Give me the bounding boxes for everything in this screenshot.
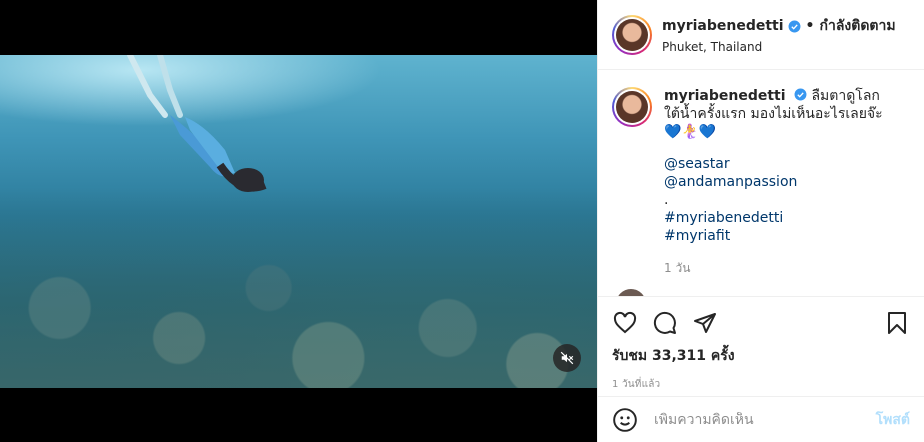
post-header: myriabenedetti • กำลังติดตาม Phuket, Tha… [598, 0, 924, 70]
post-sidebar: myriabenedetti • กำลังติดตาม Phuket, Tha… [597, 0, 924, 442]
like-button[interactable] [612, 310, 638, 336]
hashtag-myriabenedetti[interactable]: #myriabenedetti [664, 209, 894, 227]
mute-icon [560, 351, 574, 365]
post-video[interactable] [0, 55, 597, 388]
post-comment-button[interactable]: โพสต์ [876, 409, 910, 431]
share-button[interactable] [692, 310, 718, 336]
post-username[interactable]: myriabenedetti [662, 18, 784, 34]
mention-andamanpassion[interactable]: @andamanpassion [664, 173, 894, 191]
emoji-icon[interactable] [612, 407, 638, 433]
separator-dot: • [805, 18, 815, 34]
bookmark-icon [888, 312, 906, 334]
add-comment-bar: โพสต์ [598, 396, 924, 442]
follow-status-button[interactable]: กำลังติดตาม [820, 15, 896, 37]
post-caption: myriabenedetti ลืมตาดูโลกใต้น้ำครั้งแรก … [612, 87, 910, 277]
comment-button[interactable] [652, 310, 678, 336]
heart-icon [613, 311, 637, 334]
diver-figure [127, 55, 267, 192]
share-icon [694, 313, 716, 333]
caption-dot: . [664, 192, 669, 208]
post-timestamp[interactable]: 1 วันที่แล้ว [612, 377, 910, 392]
mute-button[interactable] [553, 344, 581, 372]
comment-input[interactable] [654, 411, 876, 428]
reef-background [0, 188, 597, 388]
comments-area: myriabenedetti ลืมตาดูโลกใต้น้ำครั้งแรก … [598, 71, 924, 296]
view-count[interactable]: รับชม 33,311 ครั้ง [612, 345, 910, 367]
verified-icon [794, 88, 807, 101]
comment-icon [653, 311, 676, 334]
caption-time[interactable]: 1 วัน [664, 259, 894, 277]
save-button[interactable] [884, 310, 910, 336]
location-link[interactable]: Phuket, Thailand [662, 40, 896, 54]
caption-username[interactable]: myriabenedetti [664, 88, 786, 104]
mention-seastar[interactable]: @seastar [664, 155, 894, 173]
verified-icon [788, 20, 801, 32]
post-actions: รับชม 33,311 ครั้ง 1 วันที่แล้ว [598, 296, 924, 396]
next-comment-avatar[interactable] [616, 289, 646, 296]
media-viewer [0, 0, 597, 442]
hashtag-myriafit[interactable]: #myriafit [664, 227, 894, 245]
caption-avatar[interactable] [612, 87, 652, 127]
avatar[interactable] [612, 14, 652, 55]
